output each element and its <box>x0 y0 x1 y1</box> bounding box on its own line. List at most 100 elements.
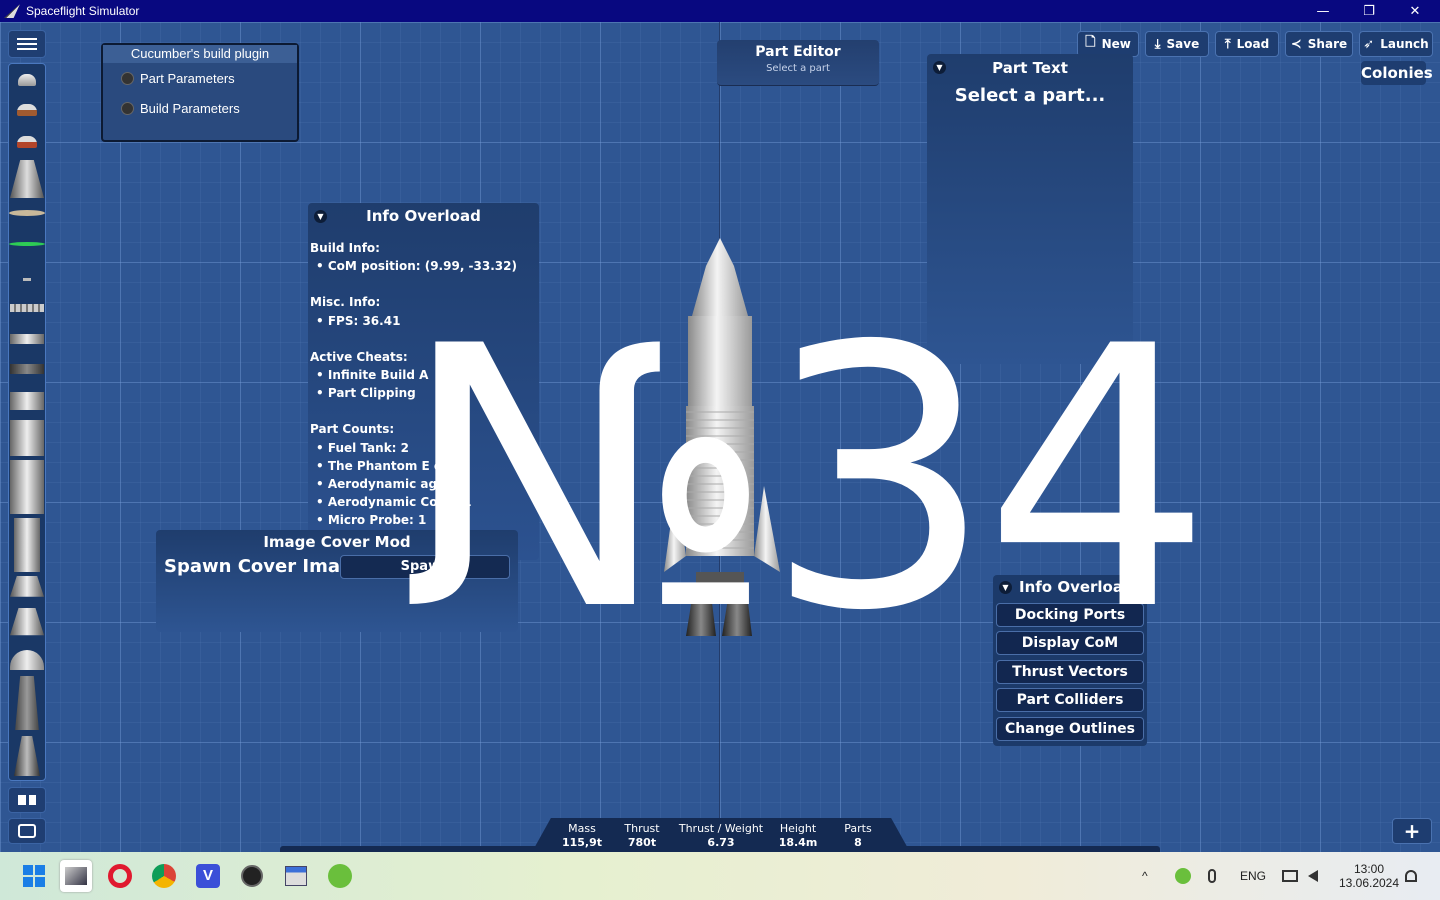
part-plate[interactable] <box>9 210 45 216</box>
launch-button[interactable]: ➶ Launch <box>1359 31 1433 57</box>
rocket-icon: ➶ <box>1363 36 1375 52</box>
close-button[interactable]: ✕ <box>1392 0 1438 22</box>
stat-value: 115,9t <box>561 836 603 849</box>
clock-time: 13:00 <box>1353 862 1385 876</box>
stat-label: Thrust <box>624 822 660 835</box>
windows-logo-icon <box>23 865 45 887</box>
colonies-button[interactable]: Colonies <box>1361 61 1433 85</box>
minimize-button[interactable]: — <box>1300 0 1346 22</box>
app-icon <box>4 4 20 18</box>
menu-button[interactable] <box>8 30 46 58</box>
taskbar-obs[interactable] <box>236 860 268 892</box>
stat-label: Parts <box>844 822 872 835</box>
build-info-label: Build Info: <box>310 241 380 255</box>
info-overload-title: Info Overload <box>366 207 481 225</box>
window-titlebar: Spaceflight Simulator — ❐ ✕ <box>0 0 1440 22</box>
part-fuel-long[interactable] <box>14 518 40 572</box>
part-fuel-medium[interactable] <box>10 420 44 456</box>
utorrent-icon <box>328 864 352 888</box>
save-button[interactable]: ⤓ Save <box>1145 31 1209 57</box>
stat-label: Height <box>779 822 817 835</box>
taskbar-spaceflight-simulator[interactable] <box>60 860 92 892</box>
microphone-icon[interactable] <box>1208 852 1216 900</box>
share-button[interactable]: ≺ Share <box>1285 31 1353 57</box>
part-engine-large[interactable] <box>10 608 44 636</box>
stat-value: 18.4m <box>778 836 818 849</box>
part-separator-green[interactable] <box>9 242 45 246</box>
part-fuel-dark[interactable] <box>10 364 44 374</box>
taskbar-opera[interactable] <box>104 860 136 892</box>
part-parameters-option[interactable]: Part Parameters <box>103 63 297 93</box>
hamburger-icon <box>17 38 37 50</box>
taskbar-utorrent[interactable] <box>324 860 356 892</box>
plugin-title: Cucumber's build plugin <box>103 45 297 63</box>
language-indicator[interactable]: ENG <box>1240 852 1266 900</box>
part-dome[interactable] <box>10 650 44 670</box>
new-label: New <box>1101 37 1131 51</box>
part-docking[interactable] <box>10 304 44 312</box>
change-outlines-button[interactable]: Change Outlines <box>996 717 1144 741</box>
opera-icon <box>108 864 132 888</box>
taskbar-editor[interactable] <box>280 860 312 892</box>
part-fuel-short[interactable] <box>10 392 44 410</box>
volume-icon[interactable] <box>1308 852 1318 900</box>
launch-pad-icon <box>18 824 36 838</box>
stat-value: 6.73 <box>707 836 735 849</box>
part-fuel-thin[interactable] <box>10 334 44 344</box>
taskbar-chrome[interactable] <box>148 860 180 892</box>
radio-icon[interactable] <box>121 101 134 115</box>
load-label: Load <box>1236 37 1270 51</box>
launch-pad-button[interactable] <box>8 818 46 844</box>
new-file-icon: 🗋 <box>1085 35 1096 50</box>
cover-image-overlay: №34 <box>400 270 1212 689</box>
restore-button[interactable]: ❐ <box>1346 0 1392 22</box>
tray-chevron[interactable]: ^ <box>1142 852 1148 900</box>
spaceflight-app-icon <box>65 867 87 885</box>
stat-height: Height 18.4m <box>769 818 827 852</box>
stat-label: Mass <box>568 822 596 835</box>
symmetry-icon <box>18 795 36 805</box>
chrome-icon <box>152 864 176 888</box>
part-probe[interactable] <box>23 278 31 281</box>
spawn-cover-label: Spawn Cover Image <box>164 556 366 577</box>
part-engine-cluster[interactable] <box>15 676 39 730</box>
option-label: Part Parameters <box>140 70 235 86</box>
build-stats-bar: Mass 115,9t Thrust 780t Thrust / Weight … <box>532 818 910 852</box>
stat-value: 780t <box>627 836 657 849</box>
build-plugin-panel: Cucumber's build plugin Part Parameters … <box>101 43 299 142</box>
clock[interactable]: 13:00 13.06.2024 <box>1338 852 1400 900</box>
add-button[interactable]: + <box>1392 818 1432 844</box>
symmetry-toggle-button[interactable] <box>8 787 46 813</box>
network-icon[interactable] <box>1282 852 1298 900</box>
part-fuel-tall[interactable] <box>10 460 44 514</box>
part-editor-title: Part Editor <box>755 44 841 60</box>
load-button[interactable]: ⤒ Load <box>1215 31 1279 57</box>
part-nose-cone[interactable] <box>10 160 44 198</box>
notification-bell-icon[interactable] <box>1405 852 1417 900</box>
build-parameters-option[interactable]: Build Parameters <box>103 93 297 123</box>
stat-parts: Parts 8 <box>827 818 889 852</box>
share-icon: ≺ <box>1290 36 1302 52</box>
obs-icon <box>241 865 263 887</box>
part-engine-small[interactable] <box>14 736 40 776</box>
editor-icon <box>285 866 307 886</box>
part-colliders-button[interactable]: Part Colliders <box>996 688 1144 712</box>
stat-value: 8 <box>854 836 862 849</box>
tray-utorrent-icon[interactable] <box>1175 852 1191 900</box>
stat-thrust-weight: Thrust / Weight 6.73 <box>673 818 769 852</box>
part-editor-subtitle: Select a part <box>766 63 830 74</box>
clock-date: 13.06.2024 <box>1338 876 1400 890</box>
part-engine-bell[interactable] <box>10 576 44 597</box>
part-capsule-brown[interactable] <box>17 104 37 116</box>
download-icon: ⤓ <box>1154 36 1161 52</box>
part-capsule-small[interactable] <box>18 74 36 86</box>
part-editor-panel[interactable]: Part Editor Select a part <box>717 40 879 86</box>
radio-icon[interactable] <box>121 71 134 85</box>
v-app-icon: V <box>196 864 220 888</box>
stat-thrust: Thrust 780t <box>611 818 673 852</box>
window-title: Spaceflight Simulator <box>26 4 140 18</box>
taskbar-v-app[interactable]: V <box>192 860 224 892</box>
part-capsule-red[interactable] <box>17 136 37 148</box>
parts-palette[interactable] <box>8 63 46 781</box>
start-button[interactable] <box>18 860 50 892</box>
